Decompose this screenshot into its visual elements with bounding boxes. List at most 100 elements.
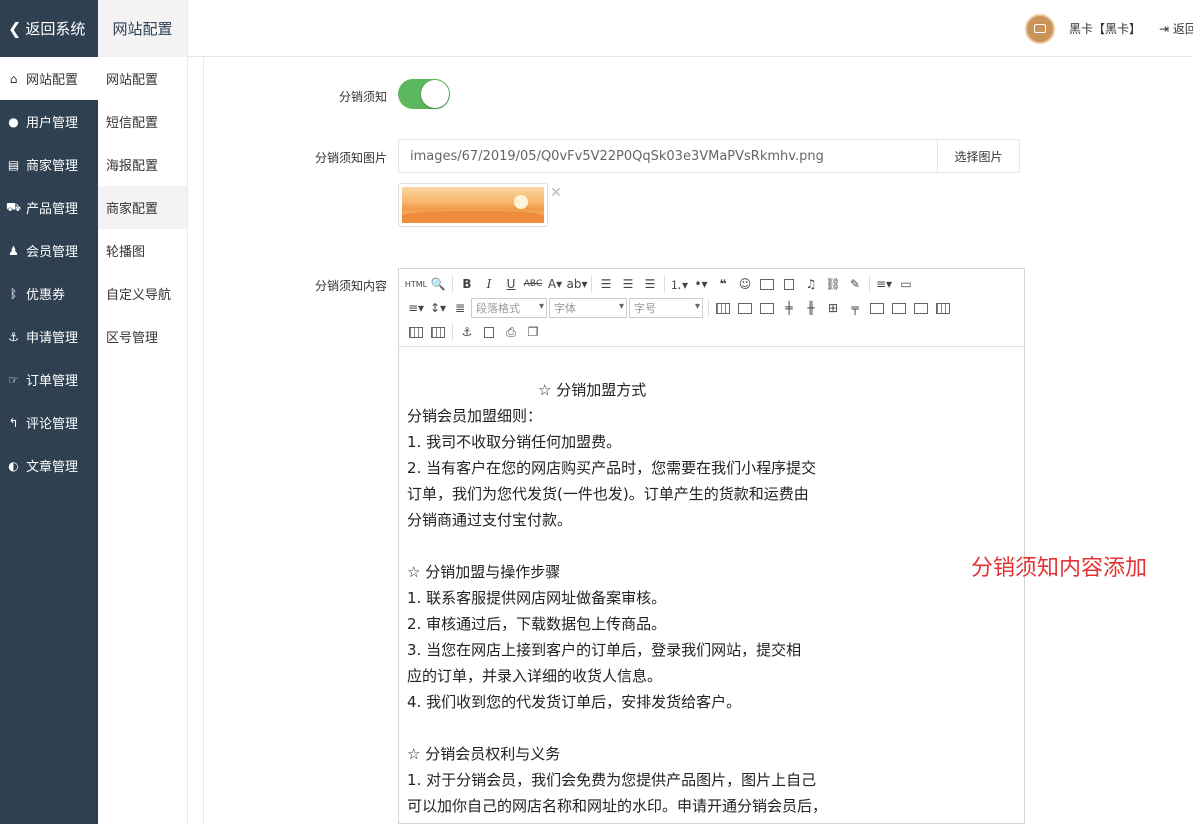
select-image-button[interactable]: 选择图片 [937, 139, 1020, 173]
annotation-text: 分销须知内容添加 [971, 556, 1148, 581]
subnav-item[interactable]: 区号管理 [98, 315, 187, 358]
editor-line: 分销会员加盟细则： [407, 407, 543, 425]
back-label: 返回系统 [25, 20, 86, 38]
delete-col-icon[interactable]: ╤ [844, 298, 866, 318]
delete-row-icon[interactable]: ⊞ [822, 298, 844, 318]
sidebar-item[interactable]: ↰ 评论管理 [0, 401, 98, 444]
row-spacing-icon[interactable]: ↕▾ [427, 298, 449, 318]
user-name: 黑卡【黑卡】 [1068, 22, 1141, 36]
main-form: 分销须知 分销须知图片 images/67/2019/05/Q0vFv5V22P… [205, 57, 1193, 824]
content-label: 分销须知内容 [314, 279, 387, 293]
distribution-notice-toggle[interactable] [398, 79, 450, 109]
image-path-input[interactable]: images/67/2019/05/Q0vFv5V22P0QqSk03e3VMa… [398, 139, 938, 173]
insert-col-icon[interactable]: ╫ [800, 298, 822, 318]
strikethrough-icon[interactable]: ABC [522, 274, 544, 294]
split-cols-icon[interactable] [427, 322, 449, 342]
insert-row-icon[interactable]: ╪ [778, 298, 800, 318]
sidebar-item[interactable]: ⌂ 网站配置 [0, 57, 98, 100]
page-break-icon[interactable] [478, 322, 500, 342]
paragraph-format-select[interactable]: 段落格式 [471, 298, 547, 318]
subnav-item[interactable]: 网站配置 [98, 57, 187, 100]
sidebar-item[interactable]: ⛟ 产品管理 [0, 186, 98, 229]
sidebar-item[interactable]: ⚓ 申请管理 [0, 315, 98, 358]
editor-line: 2. 当有客户在您的网店购买产品时，您需要在我们小程序提交 [407, 459, 817, 477]
highlight-icon[interactable]: ab▾ [566, 274, 588, 294]
back-to-system-button[interactable]: ❮ 返回系统 [0, 0, 98, 57]
align-center-icon[interactable]: ☰ [617, 274, 639, 294]
card-icon [1033, 24, 1046, 33]
html-source-icon[interactable]: HTML [405, 274, 427, 294]
sidebar-item-label: 网站配置 [26, 73, 79, 88]
subnav-item[interactable]: 轮播图 [98, 229, 187, 272]
editor-toolbar: HTML 🔍 B I U ABC A▾ ab▾ ☰ ☰ ☰ ⒈▾ •▾ ❝ ☺ [399, 269, 1024, 347]
cart-icon: ⛟ [6, 199, 22, 214]
copy-icon[interactable]: ❐ [522, 322, 544, 342]
sidebar-item[interactable]: ᛔ 优惠券 [0, 272, 98, 315]
align-right-icon[interactable]: ☰ [639, 274, 661, 294]
sidebar-item[interactable]: ● 用户管理 [0, 100, 98, 143]
split-cells-icon[interactable] [932, 298, 954, 318]
video-icon[interactable] [778, 274, 800, 294]
merge-down-icon[interactable] [910, 298, 932, 318]
editor-line: 1. 我司不收取分销任何加盟费。 [407, 433, 622, 451]
insert-table-icon[interactable] [712, 298, 734, 318]
subnav-item[interactable]: 短信配置 [98, 100, 187, 143]
avatar[interactable] [1024, 13, 1055, 44]
indent-icon[interactable]: ≡▾ [405, 298, 427, 318]
line-height-icon[interactable]: ≡▾ [873, 274, 895, 294]
subnav-item[interactable]: 自定义导航 [98, 272, 187, 315]
sidebar-item-label: 商家管理 [26, 159, 79, 174]
sidebar-item-label: 产品管理 [26, 202, 79, 217]
table-title-icon[interactable] [756, 298, 778, 318]
editor-line: 3. 当您在网店上接到客户的订单后，登录我们网站，提交相 [407, 641, 802, 659]
editor-line: 4. 我们收到您的代发货订单后，安排发货给客户。 [407, 693, 742, 711]
merge-right-icon[interactable] [888, 298, 910, 318]
ticket-icon: ᛔ [9, 286, 18, 301]
image-icon[interactable] [756, 274, 778, 294]
music-icon[interactable]: ♫ [800, 274, 822, 294]
sidebar-item-label: 订单管理 [26, 374, 79, 389]
sidebar-item[interactable]: ♟ 会员管理 [0, 229, 98, 272]
editor-line: ☆ 分销会员权利与义务 [407, 745, 561, 763]
font-family-select[interactable]: 字体 [549, 298, 627, 318]
editor-line: 可以加你自己的网店名称和网址的水印。申请开通分销会员后， [407, 797, 828, 815]
sidebar-item-label: 申请管理 [26, 331, 79, 346]
anchor-icon[interactable]: ⚓ [456, 322, 478, 342]
preview-icon[interactable]: 🔍 [427, 274, 449, 294]
sidebar-item-label: 文章管理 [26, 460, 79, 475]
underline-icon[interactable]: U [500, 274, 522, 294]
close-icon[interactable]: ✕ [550, 185, 562, 201]
editor-line: ☆ 分销加盟方式 [538, 381, 647, 399]
subnav-item[interactable]: 海报配置 [98, 143, 187, 186]
font-size-select[interactable]: 字号 [629, 298, 703, 318]
unordered-list-icon[interactable]: •▾ [690, 274, 712, 294]
italic-icon[interactable]: I [478, 274, 500, 294]
sidebar-item[interactable]: ▤ 商家管理 [0, 143, 98, 186]
sidebar-item-label: 会员管理 [26, 245, 79, 260]
sidebar-item-label: 优惠券 [26, 288, 66, 303]
editor-content[interactable]: ☆ 分销加盟方式分销会员加盟细则： 1. 我司不收取分销任何加盟费。 2. 当有客户… [399, 347, 1024, 819]
table-props-icon[interactable] [734, 298, 756, 318]
divider [188, 57, 204, 824]
editor-line: 订单，我们为您代发货(一件也发)。订单产生的货款和运费由 [407, 485, 809, 503]
ordered-list-icon[interactable]: ⒈▾ [668, 274, 690, 294]
emoji-icon[interactable]: ☺ [734, 274, 756, 294]
sidebar-item[interactable]: ◐ 文章管理 [0, 444, 98, 487]
home-icon: ⌂ [9, 71, 18, 86]
paragraph-icon[interactable]: ≣ [449, 298, 471, 318]
bold-icon[interactable]: B [456, 274, 478, 294]
quote-icon[interactable]: ❝ [712, 274, 734, 294]
link-icon[interactable]: ⛓ [822, 274, 844, 294]
print-icon[interactable]: ⎙ [500, 322, 522, 342]
eraser-icon[interactable]: ✎ [844, 274, 866, 294]
fullscreen-icon[interactable]: ▭ [895, 274, 917, 294]
merge-cells-icon[interactable] [866, 298, 888, 318]
font-color-icon[interactable]: A▾ [544, 274, 566, 294]
split-rows-icon[interactable] [405, 322, 427, 342]
logout-button[interactable]: ⇥ 返回 [1159, 20, 1193, 37]
sidebar-item[interactable]: ☞ 订单管理 [0, 358, 98, 401]
align-left-icon[interactable]: ☰ [595, 274, 617, 294]
hand-icon: ☞ [8, 372, 19, 387]
subnav-item[interactable]: 商家配置 [98, 186, 187, 229]
